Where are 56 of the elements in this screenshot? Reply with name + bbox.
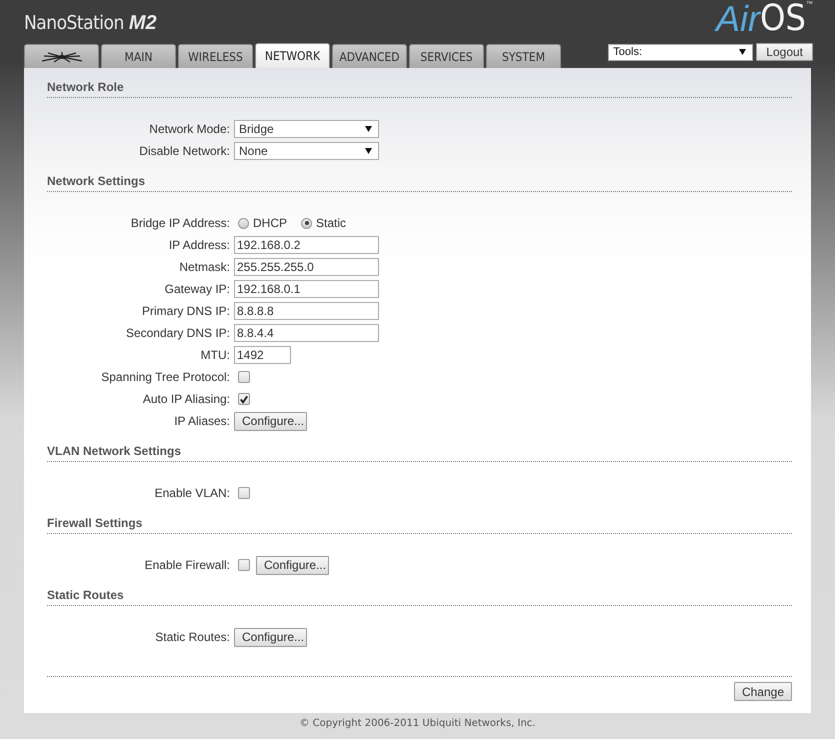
dropdown[interactable]: None xyxy=(234,142,379,160)
checkbox[interactable] xyxy=(238,371,250,383)
input-field[interactable]: 192.168.0.2 xyxy=(234,236,379,254)
field-label: MTU: xyxy=(200,348,230,362)
nav-tab[interactable]: WIRELESS xyxy=(178,44,253,68)
checkbox[interactable] xyxy=(238,393,250,405)
copyright-text: © Copyright 2006-2011 Ubiquiti Networks, Inc. xyxy=(300,718,536,729)
section-heading: Firewall Settings xyxy=(47,516,792,534)
tools-dropdown[interactable]: Tools: xyxy=(608,44,754,60)
logout-button[interactable]: Logout xyxy=(756,43,813,61)
dropdown-arrow-icon xyxy=(739,49,746,55)
field-label: Enable Firewall: xyxy=(144,558,230,572)
field-label: Auto IP Aliasing: xyxy=(142,392,230,406)
section-heading: VLAN Network Settings xyxy=(47,444,792,462)
nav-tab[interactable]: MAIN xyxy=(101,44,176,68)
section-heading: Network Role xyxy=(47,80,792,98)
radio-button[interactable] xyxy=(301,218,312,228)
field-label: IP Aliases: xyxy=(174,414,230,428)
starburst-icon xyxy=(40,50,84,62)
logo-tab[interactable] xyxy=(24,44,99,68)
configure-button[interactable]: Configure... xyxy=(234,628,307,646)
dropdown[interactable]: Bridge xyxy=(234,120,379,138)
field-label: Gateway IP: xyxy=(164,282,230,296)
input-field[interactable]: 8.8.8.8 xyxy=(234,302,379,320)
field-label: Secondary DNS IP: xyxy=(126,326,230,340)
input-field[interactable]: 8.8.4.4 xyxy=(234,324,379,342)
checkbox[interactable] xyxy=(238,487,250,499)
input-field[interactable]: 255.255.255.0 xyxy=(234,258,379,276)
input-field[interactable]: 1492 xyxy=(234,346,291,364)
field-label: Disable Network: xyxy=(139,144,230,158)
radio-button[interactable] xyxy=(238,218,249,228)
section-heading: Static Routes xyxy=(47,588,792,606)
field-label: IP Address: xyxy=(168,238,230,252)
field-label: Primary DNS IP: xyxy=(142,304,230,318)
configure-button[interactable]: Configure... xyxy=(234,412,307,430)
section-heading: Network Settings xyxy=(47,174,792,192)
change-button[interactable]: Change xyxy=(734,682,792,701)
nav-tab[interactable]: SERVICES xyxy=(409,44,484,68)
dropdown-arrow-icon xyxy=(365,126,372,132)
input-field[interactable]: 192.168.0.1 xyxy=(234,280,379,298)
field-label: Netmask: xyxy=(179,260,230,274)
nav-tab[interactable]: NETWORK xyxy=(255,43,330,68)
field-label: Network Mode: xyxy=(149,122,230,136)
nav-tab[interactable]: SYSTEM xyxy=(486,44,561,68)
radio-label: Static xyxy=(316,216,346,230)
configure-button[interactable]: Configure... xyxy=(256,556,329,574)
field-label: Static Routes: xyxy=(155,630,230,644)
brand-name: NanoStation xyxy=(24,12,124,34)
dropdown-arrow-icon xyxy=(365,148,372,154)
field-label: Bridge IP Address: xyxy=(130,216,230,230)
field-label: Enable VLAN: xyxy=(154,486,230,500)
radio-label: DHCP xyxy=(253,216,288,230)
checkbox[interactable] xyxy=(238,559,250,571)
field-label: Spanning Tree Protocol: xyxy=(101,370,230,384)
model-name: M2 xyxy=(128,12,157,35)
nav-tab[interactable]: ADVANCED xyxy=(332,44,407,68)
